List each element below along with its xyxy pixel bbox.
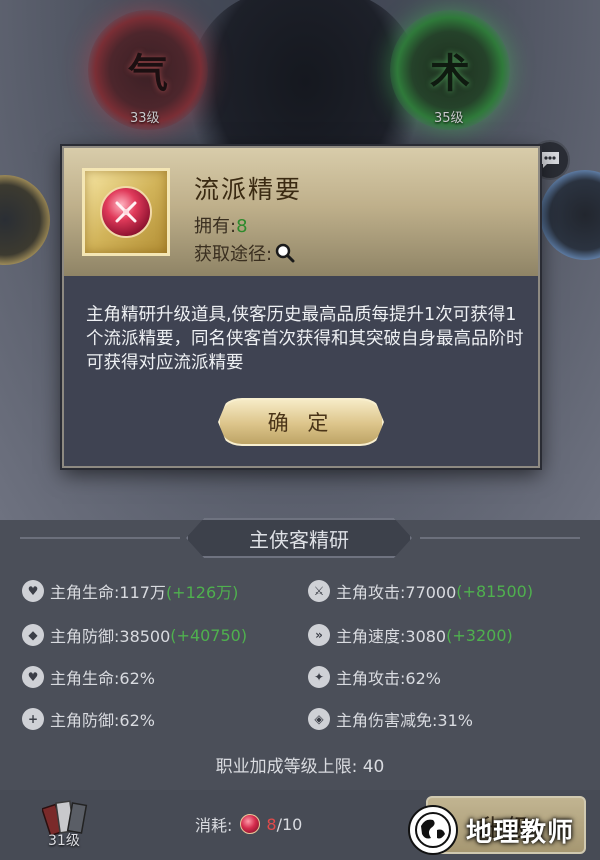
cost-need: /10 — [276, 814, 303, 834]
crossed-swords-icon — [115, 201, 137, 223]
essence-gem-icon — [240, 814, 261, 834]
qi-glyph: 气 — [128, 50, 168, 97]
chat-dots-icon — [541, 152, 559, 168]
stat-attack: ⚔ 主角攻击:77000 (+81500) — [308, 579, 533, 603]
owned-label: 拥有: — [194, 216, 237, 237]
item-icon-frame — [82, 168, 170, 256]
defense-plus-icon: + — [22, 708, 44, 730]
stat-label: 主角防御:62% — [50, 711, 155, 730]
stat-bonus: (+81500) — [456, 581, 534, 601]
stat-bonus: (+40750) — [170, 625, 248, 645]
shu-glyph: 术 — [430, 50, 470, 97]
stat-label: 主角生命:62% — [50, 669, 155, 688]
stat-attack-percent: ✦ 主角攻击:62% — [308, 665, 441, 689]
stat-defense: ◆ 主角防御:38500 (+40750) — [22, 623, 247, 647]
item-source: 获取途径: — [194, 240, 296, 266]
dialog-header: 流派精要 拥有:8 获取途径: — [64, 148, 538, 276]
stat-label: 主角攻击:62% — [336, 669, 441, 688]
cost-row: 消耗: 8/10 — [195, 812, 302, 836]
right-skill-orb[interactable] — [540, 170, 600, 260]
school-essence-icon — [100, 186, 152, 238]
cost-label: 消耗: — [195, 816, 233, 835]
shield-icon: ◆ — [22, 624, 44, 646]
sword-icon: ⚔ — [308, 580, 330, 602]
source-label: 获取途径: — [194, 244, 273, 265]
globe-logo-icon — [408, 805, 458, 855]
item-owned: 拥有:8 — [194, 212, 248, 238]
divider-right — [420, 537, 580, 539]
search-icon[interactable] — [274, 242, 296, 264]
stat-bonus: (+126万) — [165, 583, 239, 602]
class-bonus-cap: 职业加成等级上限: 40 — [215, 757, 385, 777]
book-level: 31级 — [48, 833, 80, 849]
item-detail-dialog: 流派精要 拥有:8 获取途径: 主角精研升级道具,侠客历史最高品质每提升1次可获… — [62, 146, 540, 468]
watermark-text: 地理教师 — [466, 817, 575, 848]
heart-icon: ♥ — [22, 580, 44, 602]
qi-level-label: 33级 — [130, 111, 160, 126]
stat-speed: » 主角速度:3080 (+3200) — [308, 623, 513, 647]
divider-left — [20, 537, 180, 539]
attack-percent-icon: ✦ — [308, 666, 330, 688]
stat-label: 主角攻击:77000 — [336, 583, 457, 602]
stat-hp: ♥ 主角生命:117万 (+126万) — [22, 579, 238, 603]
stat-label: 主角防御:38500 — [50, 627, 171, 646]
stat-label: 主角速度:3080 — [336, 627, 447, 646]
item-name: 流派精要 — [194, 175, 303, 204]
shu-level-label: 35级 — [434, 111, 464, 126]
confirm-button[interactable]: 确 定 — [218, 398, 384, 446]
stat-defense-percent: + 主角防御:62% — [22, 707, 155, 731]
wing-icon: » — [308, 624, 330, 646]
cost-have: 8 — [266, 814, 277, 834]
item-description: 主角精研升级道具,侠客历史最高品质每提升1次可获得1个流派精要，同名侠客首次获得… — [86, 305, 524, 373]
watermark: 地理教师 — [408, 800, 600, 860]
damage-reduction-icon: ◈ — [308, 708, 330, 730]
stat-bonus: (+3200) — [446, 625, 513, 645]
stat-label: 主角伤害减免:31% — [336, 711, 473, 730]
stat-damage-reduction: ◈ 主角伤害减免:31% — [308, 707, 473, 731]
section-title: 主侠客精研 — [186, 518, 412, 558]
stat-label: 主角生命:117万 — [50, 583, 166, 602]
owned-count: 8 — [236, 216, 248, 237]
stat-hp-percent: ♥ 主角生命:62% — [22, 665, 155, 689]
left-skill-orb[interactable] — [0, 175, 50, 265]
heart-percent-icon: ♥ — [22, 666, 44, 688]
